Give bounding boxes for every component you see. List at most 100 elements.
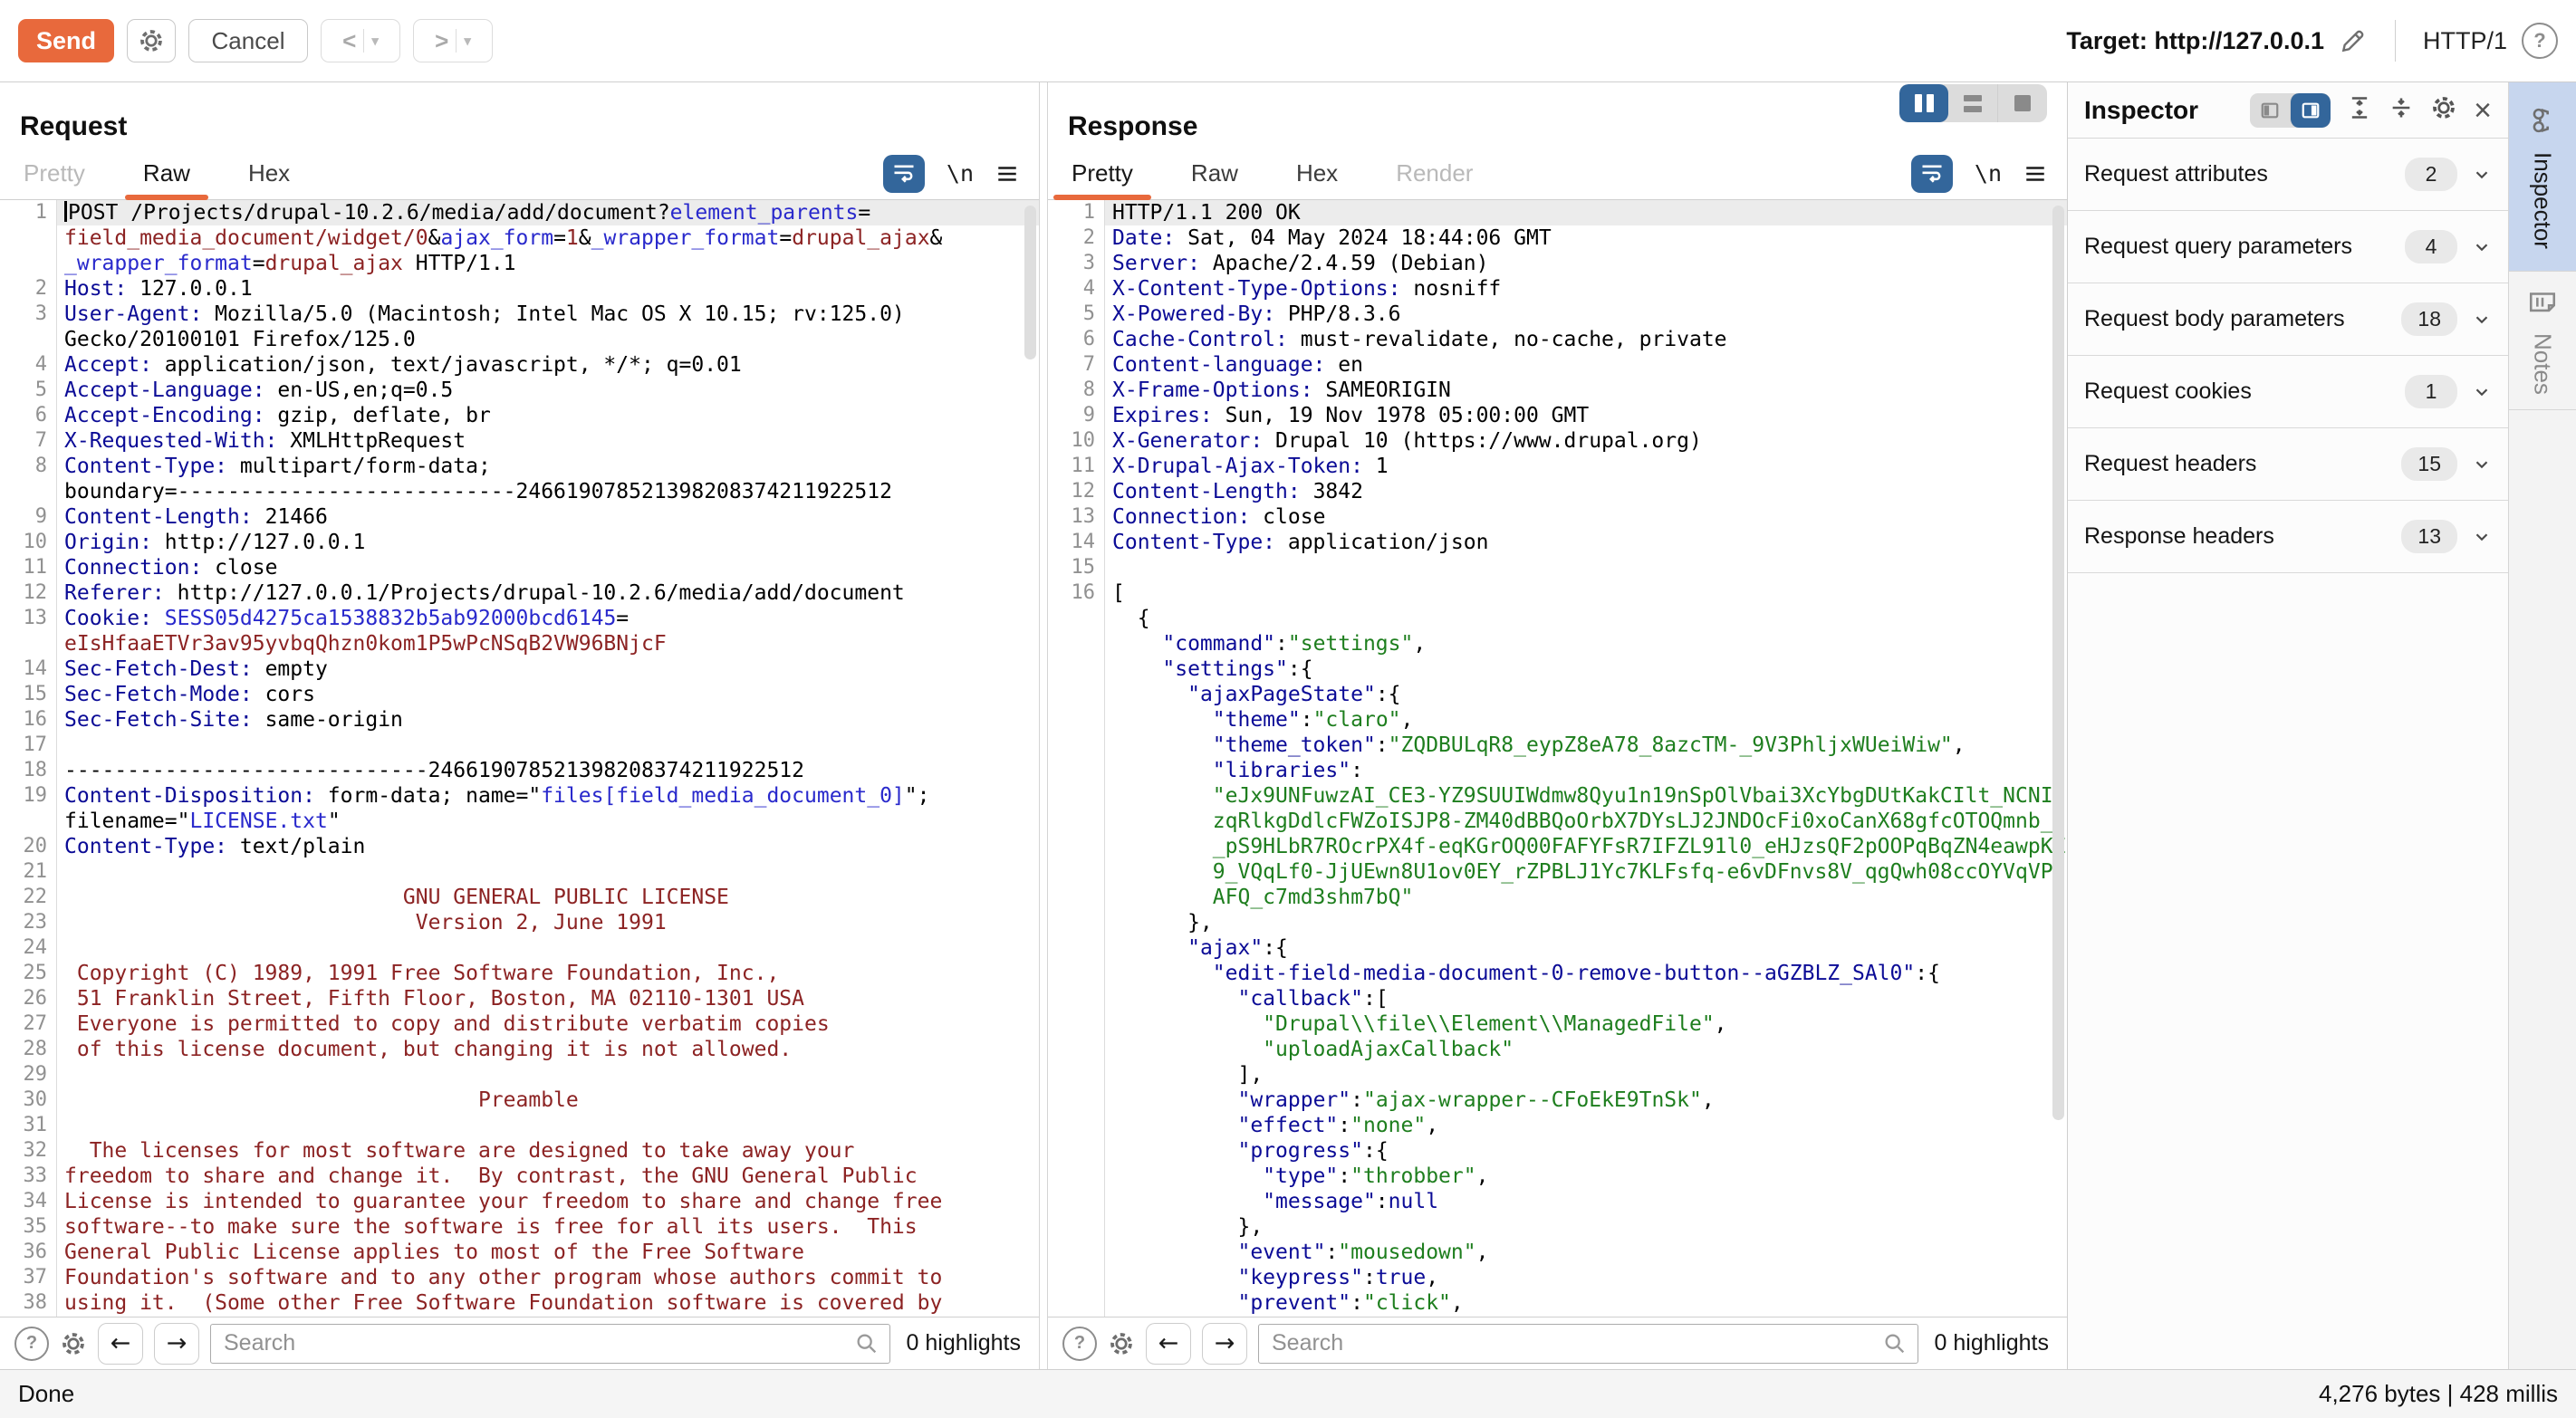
search-help-icon[interactable]: ?	[14, 1327, 49, 1361]
tab-inspector[interactable]: Inspector	[2509, 82, 2576, 272]
vertical-scrollbar[interactable]	[1024, 206, 1036, 359]
tab-hex[interactable]: Hex	[245, 148, 293, 199]
search-settings-gear-icon[interactable]	[60, 1330, 87, 1357]
section-label: Request cookies	[2084, 378, 2252, 405]
show-newlines-toggle[interactable]: \n	[947, 160, 974, 187]
editor-line: 12Referer: http://127.0.0.1/Projects/dru…	[0, 580, 1039, 606]
layout-toggle-group	[1899, 84, 2047, 122]
show-newlines-toggle[interactable]: \n	[1975, 160, 2002, 187]
inspector-section-request-query-parameters[interactable]: Request query parameters4	[2068, 211, 2508, 283]
editor-line: 35software--to make sure the software is…	[0, 1214, 1039, 1240]
tab-raw[interactable]: Raw	[139, 148, 194, 199]
help-icon[interactable]: ?	[2522, 23, 2558, 59]
editor-line: "uploadAjaxCallback"	[1048, 1037, 2067, 1062]
section-label: Request headers	[2084, 451, 2256, 477]
editor-line: },	[1048, 910, 2067, 935]
request-searchbar: ? ← → 0 highlights	[0, 1317, 1039, 1369]
cancel-button[interactable]: Cancel	[188, 19, 308, 62]
chevron-down-icon[interactable]	[2472, 310, 2492, 330]
dock-right-button[interactable]	[2290, 93, 2331, 128]
send-button[interactable]: Send	[18, 19, 114, 62]
prev-request-button[interactable]: < ▾	[321, 19, 400, 62]
editor-line: "event":"mousedown",	[1048, 1240, 2067, 1265]
editor-line: 15	[1048, 555, 2067, 580]
editor-line: 3Server: Apache/2.4.59 (Debian)	[1048, 251, 2067, 276]
tab-pretty[interactable]: Pretty	[20, 148, 89, 199]
layout-single-button[interactable]	[1997, 84, 2047, 122]
dock-left-button[interactable]	[2250, 93, 2290, 128]
editor-line: 5Accept-Language: en-US,en;q=0.5	[0, 378, 1039, 403]
inspector-settings-gear-icon[interactable]	[2430, 94, 2457, 126]
editor-line: 11X-Drupal-Ajax-Token: 1	[1048, 454, 2067, 479]
send-settings-button[interactable]	[127, 19, 176, 62]
editor-line: 2Date: Sat, 04 May 2024 18:44:06 GMT	[1048, 225, 2067, 251]
http-version-selector[interactable]: HTTP/1	[2423, 27, 2507, 55]
inspector-section-response-headers[interactable]: Response headers13	[2068, 501, 2508, 573]
editor-line: 7Content-language: en	[1048, 352, 2067, 378]
tab-raw[interactable]: Raw	[1187, 148, 1242, 199]
response-editor[interactable]: 1HTTP/1.1 200 OK2Date: Sat, 04 May 2024 …	[1048, 200, 2067, 1317]
tab-pretty[interactable]: Pretty	[1068, 148, 1137, 199]
editor-line: 1POST /Projects/drupal-10.2.6/media/add/…	[0, 200, 1039, 225]
response-search-input[interactable]	[1258, 1324, 1918, 1364]
vertical-scrollbar[interactable]	[2052, 206, 2064, 1120]
chevron-left-icon: <	[342, 27, 356, 55]
collapse-all-icon[interactable]	[2389, 95, 2414, 125]
request-editor[interactable]: 1POST /Projects/drupal-10.2.6/media/add/…	[0, 200, 1039, 1317]
editor-line: 10X-Generator: Drupal 10 (https://www.dr…	[1048, 428, 2067, 454]
editor-line: 3User-Agent: Mozilla/5.0 (Macintosh; Int…	[0, 302, 1039, 327]
editor-line: 15Sec-Fetch-Mode: cors	[0, 682, 1039, 707]
search-prev-button[interactable]: ←	[98, 1323, 143, 1365]
chevron-down-icon[interactable]	[2472, 455, 2492, 474]
search-help-icon[interactable]: ?	[1062, 1327, 1097, 1361]
search-settings-gear-icon[interactable]	[1108, 1330, 1135, 1357]
edit-target-pencil-icon[interactable]	[2339, 26, 2368, 55]
editor-line: 14Sec-Fetch-Dest: empty	[0, 656, 1039, 682]
editor-menu-icon[interactable]	[2023, 162, 2047, 186]
inspector-panel: Inspector	[2067, 82, 2508, 1369]
chevron-down-icon[interactable]	[2472, 165, 2492, 185]
inspector-section-request-headers[interactable]: Request headers 15	[2068, 428, 2508, 501]
section-count-badge: 4	[2405, 230, 2457, 263]
next-request-button[interactable]: > ▾	[413, 19, 493, 62]
search-prev-button[interactable]: ←	[1146, 1323, 1191, 1365]
request-search-input[interactable]	[210, 1324, 890, 1364]
editor-line: 9_VQqLf0-JjUEwn8U1ov0EY_rZPBLJ1Yc7KLFsfq…	[1048, 859, 2067, 885]
chevron-down-icon[interactable]	[2472, 527, 2492, 547]
editor-line: eIsHfaaETVr3av95yvbqQhzn0kom1P5wPcNSqB2V…	[0, 631, 1039, 656]
editor-line: 39the GNU Lesser General Public License …	[0, 1316, 1039, 1317]
editor-menu-icon[interactable]	[995, 162, 1019, 186]
tab-hex[interactable]: Hex	[1293, 148, 1341, 199]
inspector-section-request-cookies[interactable]: Request cookies1	[2068, 356, 2508, 428]
search-next-button[interactable]: →	[154, 1323, 199, 1365]
rows-icon	[1964, 95, 1982, 112]
section-count-badge: 13	[2401, 520, 2457, 553]
word-wrap-toggle[interactable]	[883, 155, 925, 193]
word-wrap-toggle[interactable]	[1911, 155, 1953, 193]
inspector-close-icon[interactable]: ×	[2474, 95, 2492, 126]
dock-right-icon	[2301, 101, 2321, 120]
editor-line: "wrapper":"ajax-wrapper--CFoEkE9TnSk",	[1048, 1087, 2067, 1113]
editor-line: "prevent":"click",	[1048, 1290, 2067, 1316]
layout-rows-button[interactable]	[1948, 84, 1997, 122]
expand-all-icon[interactable]	[2347, 95, 2372, 125]
single-pane-icon	[2014, 95, 2031, 111]
inspector-title: Inspector	[2084, 96, 2198, 125]
editor-line: "callback":[	[1048, 986, 2067, 1011]
inspector-section-request-body-parameters[interactable]: Request body parameters18	[2068, 283, 2508, 356]
chevron-down-icon[interactable]	[2472, 237, 2492, 257]
editor-line: 18-----------------------------246619078…	[0, 758, 1039, 783]
section-count-badge: 15	[2401, 447, 2457, 481]
target-label: Target: http://127.0.0.1	[2066, 27, 2324, 55]
dock-left-icon	[2260, 101, 2280, 120]
inspector-section-request-attributes[interactable]: Request attributes2	[2068, 139, 2508, 211]
layout-columns-button[interactable]	[1899, 84, 1948, 122]
panel-divider[interactable]	[1040, 82, 1047, 1369]
notes-document-icon	[2527, 286, 2558, 317]
tab-notes[interactable]: Notes	[2509, 272, 2576, 410]
right-tab-strip: Inspector Notes	[2508, 82, 2576, 1369]
tab-render[interactable]: Render	[1392, 148, 1476, 199]
chevron-down-icon[interactable]	[2472, 382, 2492, 402]
editor-line: 14Content-Type: application/json	[1048, 530, 2067, 555]
search-next-button[interactable]: →	[1202, 1323, 1247, 1365]
